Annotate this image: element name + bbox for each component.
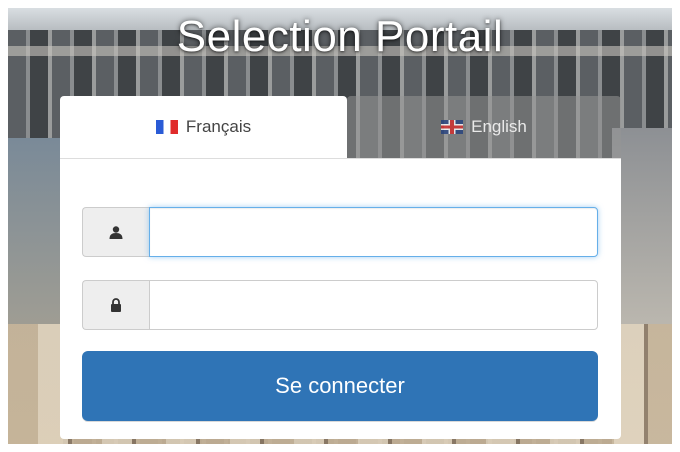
tab-english-label: English: [471, 117, 527, 136]
login-button[interactable]: Se connecter: [82, 351, 598, 421]
username-input[interactable]: [149, 207, 598, 257]
user-icon: [82, 207, 149, 257]
password-input[interactable]: [149, 280, 598, 330]
login-panel: Français English Se connecter: [60, 96, 621, 439]
uk-flag-icon: [441, 120, 464, 134]
france-flag-icon: [155, 120, 178, 134]
password-group: [82, 280, 598, 330]
tab-francais-label: Français: [185, 117, 252, 136]
language-tabs: Français English: [60, 96, 621, 158]
page-title: Selection Portail: [176, 12, 504, 61]
tab-francais[interactable]: Français: [60, 96, 347, 158]
login-form: Se connecter: [60, 158, 621, 439]
tab-english[interactable]: English: [347, 96, 621, 158]
username-group: [82, 207, 598, 257]
lock-icon: [82, 280, 149, 330]
